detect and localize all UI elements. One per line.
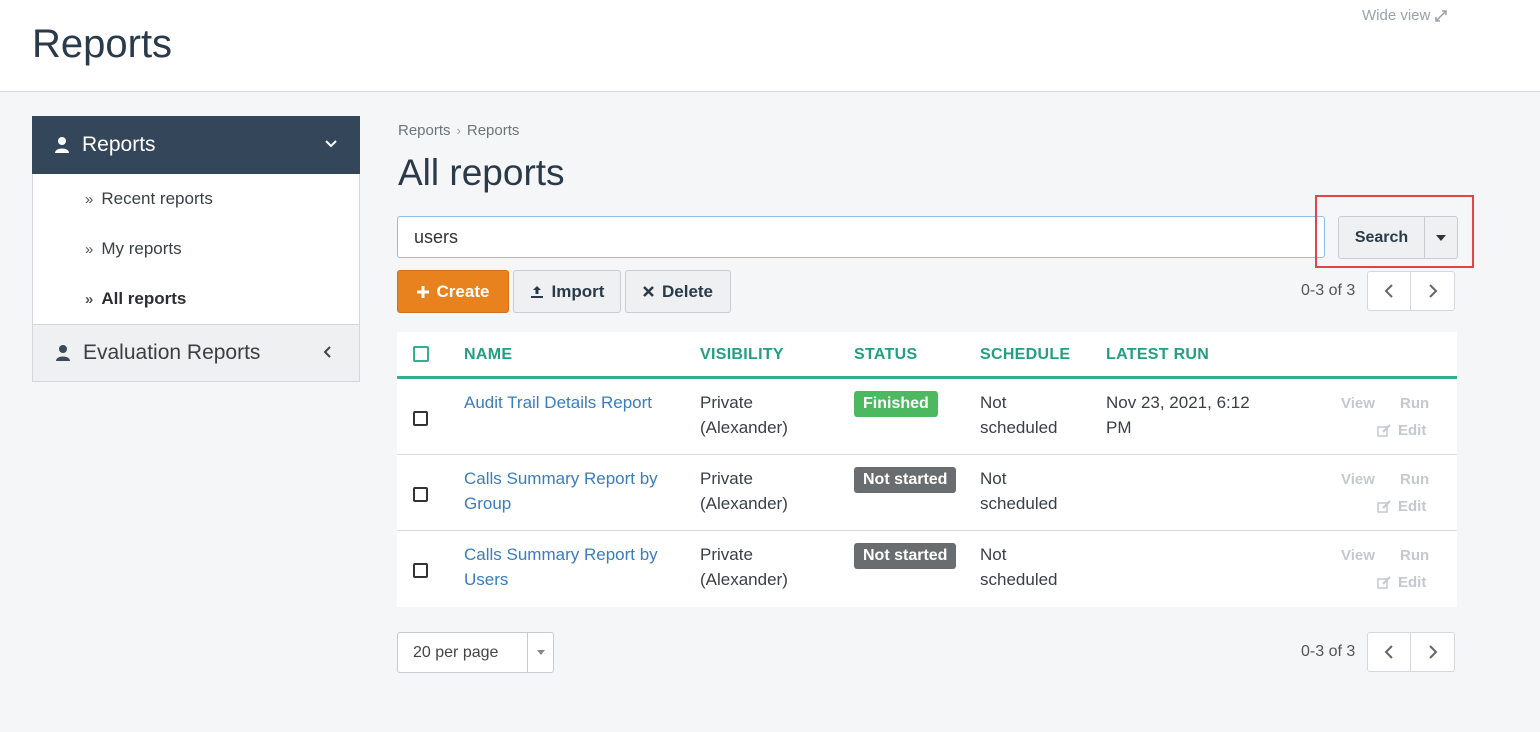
column-header-latest-run[interactable]: LATEST RUN	[1106, 346, 1209, 364]
pagination-count: 0-3 of 3	[1301, 643, 1356, 660]
edit-icon	[1377, 500, 1391, 513]
visibility-cell: Private (Alexander)	[700, 469, 788, 513]
reports-table: NAME VISIBILITY STATUS SCHEDULE LATEST R…	[397, 332, 1457, 607]
pagination-count: 0-3 of 3	[1301, 282, 1356, 299]
column-header-schedule[interactable]: SCHEDULE	[980, 346, 1070, 364]
table-row: Calls Summary Report by Group Private (A…	[397, 455, 1457, 531]
sidebar-item-recent-reports[interactable]: » Recent reports	[33, 174, 359, 224]
chevron-right-icon: ›	[456, 123, 461, 138]
chevron-down-icon	[325, 140, 337, 148]
schedule-cell: Not scheduled	[980, 393, 1058, 437]
create-button[interactable]: Create	[397, 270, 509, 313]
chevron-left-icon	[1384, 645, 1393, 659]
next-page-button[interactable]	[1411, 271, 1456, 311]
view-action[interactable]: View	[1341, 471, 1375, 488]
caret-down-icon	[527, 633, 553, 672]
latest-run-cell: Nov 23, 2021, 6:12 PM	[1106, 393, 1250, 437]
sidebar-section-reports[interactable]: Reports	[32, 116, 360, 174]
select-all-checkbox[interactable]	[413, 346, 429, 362]
breadcrumb-item[interactable]: Reports	[467, 122, 520, 139]
visibility-cell: Private (Alexander)	[700, 545, 788, 589]
wide-view-label: Wide view	[1362, 7, 1431, 24]
run-action[interactable]: Run	[1400, 395, 1429, 412]
run-action[interactable]: Run	[1400, 547, 1429, 564]
sidebar-item-label: My reports	[101, 239, 182, 258]
close-icon	[643, 286, 654, 297]
expand-icon	[1435, 9, 1448, 22]
edit-action[interactable]: Edit	[1377, 498, 1426, 515]
sidebar-section-evaluation-reports[interactable]: Evaluation Reports	[32, 324, 360, 382]
run-action[interactable]: Run	[1400, 471, 1429, 488]
row-checkbox[interactable]	[413, 563, 428, 578]
user-icon	[56, 345, 70, 361]
view-action[interactable]: View	[1341, 547, 1375, 564]
column-header-visibility[interactable]: VISIBILITY	[700, 346, 784, 364]
sidebar: Reports » Recent reports » My reports » …	[32, 116, 360, 382]
edit-action[interactable]: Edit	[1377, 422, 1426, 439]
double-chevron-icon: »	[85, 290, 94, 308]
view-action[interactable]: View	[1341, 395, 1375, 412]
edit-label: Edit	[1398, 498, 1427, 515]
edit-label: Edit	[1398, 422, 1427, 439]
search-input[interactable]	[397, 216, 1325, 258]
per-page-select[interactable]: 20 per page	[397, 632, 554, 673]
report-name-link[interactable]: Calls Summary Report by Users	[464, 542, 674, 592]
edit-icon	[1377, 576, 1391, 589]
import-button[interactable]: Import	[513, 270, 621, 313]
table-row: Calls Summary Report by Users Private (A…	[397, 531, 1457, 607]
pagination-bottom: 0-3 of 3	[1301, 632, 1456, 672]
sidebar-item-my-reports[interactable]: » My reports	[33, 224, 359, 274]
double-chevron-icon: »	[85, 240, 94, 258]
upload-icon	[530, 285, 543, 298]
edit-icon	[1377, 424, 1391, 437]
double-chevron-icon: »	[85, 190, 94, 208]
edit-label: Edit	[1398, 574, 1427, 591]
chevron-right-icon	[1429, 284, 1438, 298]
row-checkbox[interactable]	[413, 487, 428, 502]
sidebar-item-all-reports[interactable]: » All reports	[33, 274, 359, 324]
table-header: NAME VISIBILITY STATUS SCHEDULE LATEST R…	[397, 332, 1457, 379]
prev-page-button[interactable]	[1367, 632, 1412, 672]
sidebar-item-label: Recent reports	[101, 189, 213, 208]
visibility-cell: Private (Alexander)	[700, 393, 788, 437]
chevron-left-icon	[323, 346, 331, 358]
report-name-link[interactable]: Audit Trail Details Report	[464, 390, 674, 415]
top-header: Reports Wide view	[0, 0, 1540, 92]
schedule-cell: Not scheduled	[980, 545, 1058, 589]
plus-icon	[416, 285, 429, 298]
column-header-status[interactable]: STATUS	[854, 346, 917, 364]
row-checkbox[interactable]	[413, 411, 428, 426]
column-header-name[interactable]: NAME	[464, 346, 512, 364]
create-label: Create	[436, 281, 490, 301]
pagination-top: 0-3 of 3	[1301, 271, 1456, 311]
next-page-button[interactable]	[1411, 632, 1456, 672]
status-badge: Finished	[854, 391, 938, 417]
sidebar-list: » Recent reports » My reports » All repo…	[32, 174, 360, 324]
table-row: Audit Trail Details Report Private (Alex…	[397, 379, 1457, 455]
main-title: All reports	[398, 152, 565, 193]
delete-button[interactable]: Delete	[625, 270, 731, 313]
highlight-annotation	[1315, 195, 1474, 268]
wide-view-link[interactable]: Wide view	[1362, 7, 1448, 24]
report-name-link[interactable]: Calls Summary Report by Group	[464, 466, 674, 516]
chevron-right-icon	[1429, 645, 1438, 659]
page-title: Reports	[32, 22, 173, 66]
sidebar-item-label: All reports	[101, 289, 187, 308]
chevron-left-icon	[1384, 284, 1393, 298]
edit-action[interactable]: Edit	[1377, 574, 1426, 591]
per-page-value: 20 per page	[413, 643, 499, 661]
status-badge: Not started	[854, 467, 957, 493]
delete-label: Delete	[661, 281, 714, 301]
status-badge: Not started	[854, 543, 957, 569]
breadcrumb: Reports › Reports	[398, 122, 519, 139]
import-label: Import	[551, 281, 605, 301]
sidebar-section-title: Reports	[82, 133, 156, 156]
schedule-cell: Not scheduled	[980, 469, 1058, 513]
prev-page-button[interactable]	[1367, 271, 1412, 311]
sidebar-eval-title: Evaluation Reports	[83, 341, 261, 364]
user-icon	[55, 137, 69, 153]
breadcrumb-item[interactable]: Reports	[398, 122, 451, 139]
